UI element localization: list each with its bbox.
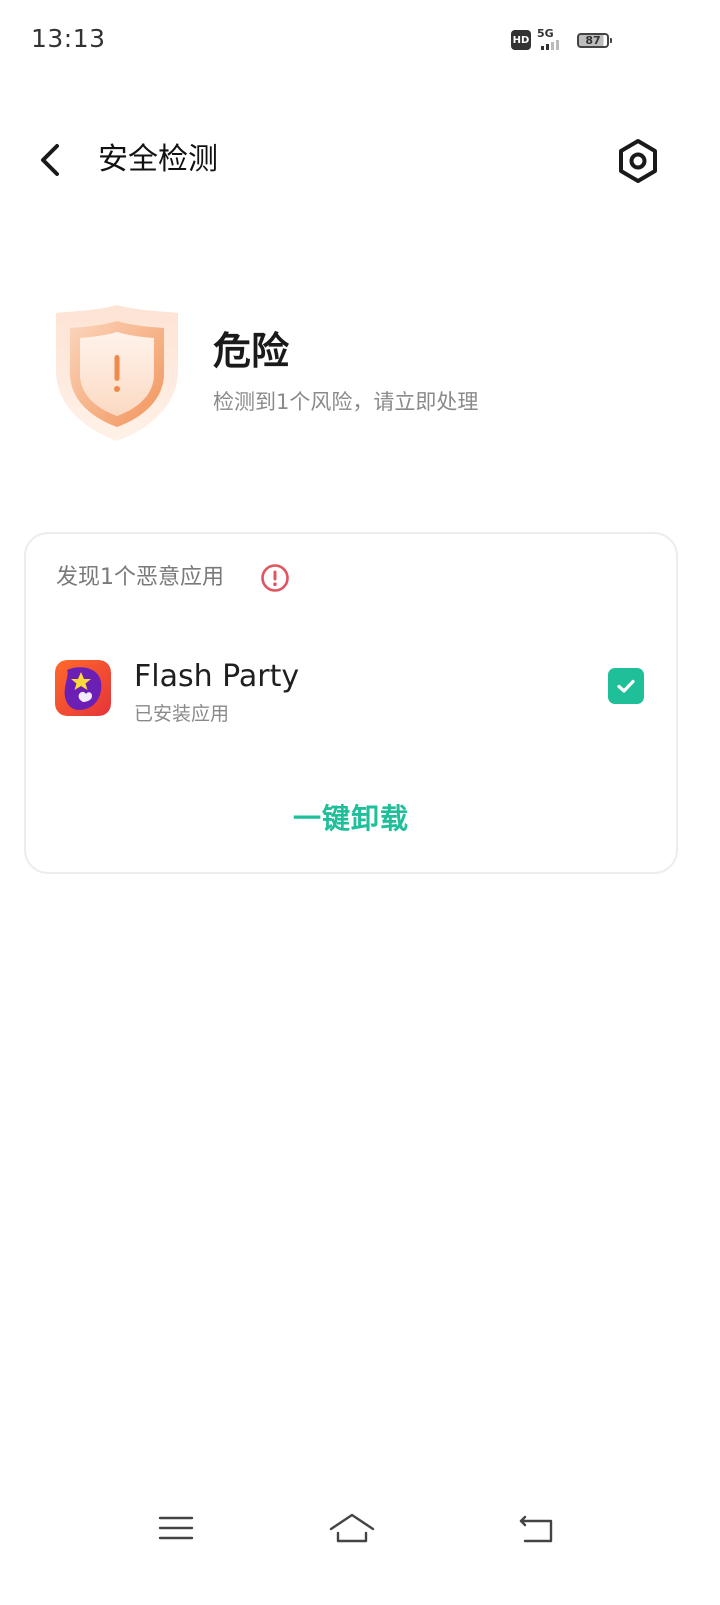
risk-summary: 危险 检测到1个风险，请立即处理 bbox=[0, 295, 720, 455]
app-subtitle: 已安装应用 bbox=[134, 703, 230, 725]
network-type-label: 5G bbox=[537, 27, 554, 40]
battery-icon: 87 bbox=[577, 32, 612, 48]
shield-warning-icon bbox=[56, 305, 178, 441]
check-icon bbox=[617, 679, 635, 693]
app-select-checkbox[interactable] bbox=[608, 668, 644, 704]
nav-back-button[interactable] bbox=[511, 1505, 561, 1555]
status-time: 13:13 bbox=[31, 24, 106, 53]
system-nav-bar bbox=[0, 1490, 720, 1570]
alert-circle-icon bbox=[261, 564, 289, 592]
one-click-uninstall-button[interactable]: 一键卸载 bbox=[26, 789, 676, 849]
page-title: 安全检测 bbox=[98, 142, 218, 177]
nav-menu-button[interactable] bbox=[151, 1505, 201, 1555]
app-header: 安全检测 bbox=[0, 120, 720, 200]
settings-icon bbox=[619, 139, 657, 183]
app-list-item[interactable]: Flash Party 已安装应用 bbox=[26, 644, 676, 734]
nav-home-button[interactable] bbox=[327, 1505, 377, 1555]
risk-description: 检测到1个风险，请立即处理 bbox=[213, 390, 479, 414]
flash-party-app-icon bbox=[55, 660, 111, 716]
back-icon bbox=[519, 1515, 553, 1543]
malware-card: 发现1个恶意应用 Flash Party 已安装应用 一键卸载 bbox=[24, 532, 678, 874]
hd-icon: HD bbox=[511, 30, 531, 50]
chevron-left-icon bbox=[41, 144, 59, 176]
back-button[interactable] bbox=[30, 138, 74, 182]
settings-button[interactable] bbox=[612, 135, 664, 187]
signal-icon: 5G bbox=[537, 28, 571, 52]
status-bar: 13:13 HD 5G 87 bbox=[0, 0, 720, 80]
app-name: Flash Party bbox=[134, 659, 300, 694]
card-heading: 发现1个恶意应用 bbox=[56, 565, 224, 590]
home-icon bbox=[329, 1513, 375, 1543]
risk-status: 危险 bbox=[213, 329, 290, 373]
status-icons: HD 5G 87 bbox=[511, 28, 612, 52]
menu-icon bbox=[158, 1516, 194, 1540]
